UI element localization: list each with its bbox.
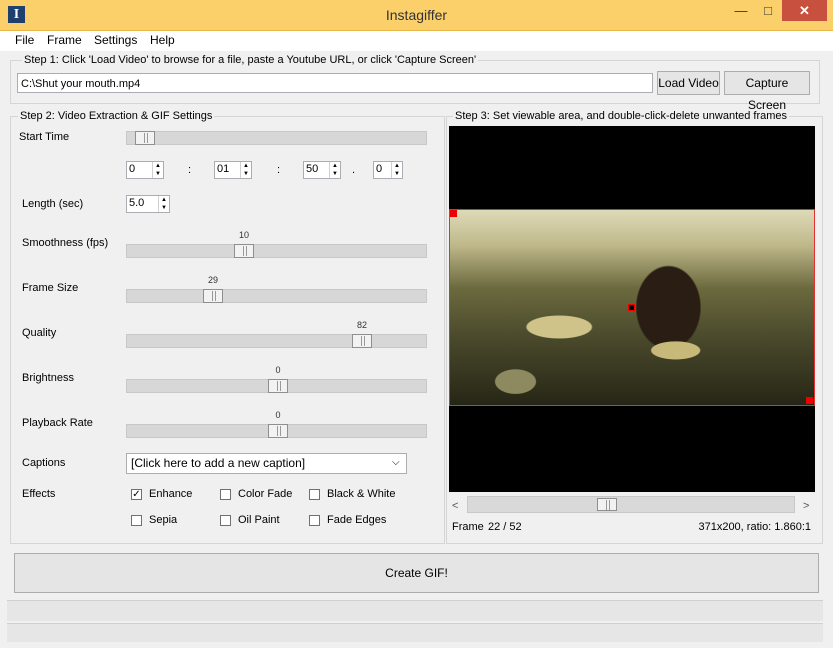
start-time-label: Start Time — [19, 131, 70, 143]
quality-value: 82 — [356, 320, 367, 330]
sepia-label: Sepia — [149, 514, 178, 526]
time-separator: . — [352, 164, 356, 176]
arrow-down-icon[interactable]: ▼ — [153, 170, 163, 178]
frame-size-slider-thumb[interactable] — [203, 289, 223, 303]
minimize-button[interactable]: — — [728, 0, 754, 21]
start-millis-arrows[interactable]: ▲ ▼ — [391, 162, 402, 178]
create-gif-button[interactable]: Create GIF! — [14, 553, 819, 593]
playback-rate-slider[interactable]: 0 — [126, 410, 427, 438]
black-white-label: Black & White — [327, 488, 396, 500]
brightness-slider-thumb[interactable] — [268, 379, 288, 393]
length-spinner[interactable]: 5.0 ▲ ▼ — [126, 195, 170, 213]
scroll-left-icon[interactable]: < — [452, 500, 458, 512]
playback-rate-label: Playback Rate — [22, 417, 93, 429]
file-path-input[interactable]: C:\Shut your mouth.mp4 — [17, 73, 653, 93]
fade-edges-label: Fade Edges — [327, 514, 387, 526]
crop-handle-top-left[interactable] — [450, 210, 457, 217]
start-time-slider-thumb[interactable] — [135, 131, 155, 145]
arrow-up-icon[interactable]: ▲ — [153, 162, 163, 170]
arrow-down-icon[interactable]: ▼ — [330, 170, 340, 178]
arrow-down-icon[interactable]: ▼ — [159, 204, 169, 212]
smoothness-fps-slider-thumb[interactable] — [234, 244, 254, 258]
time-separator: : — [188, 164, 192, 176]
frame-counter: 22 / 52 — [488, 521, 522, 533]
length-arrows[interactable]: ▲ ▼ — [158, 196, 169, 212]
effects-label: Effects — [22, 488, 56, 500]
step2-group — [10, 116, 445, 544]
captions-dropdown[interactable]: [Click here to add a new caption] — [126, 453, 407, 474]
playback-rate-slider-thumb[interactable] — [268, 424, 288, 438]
smoothness-fps-label: Smoothness (fps) — [22, 237, 109, 249]
arrow-down-icon[interactable]: ▼ — [392, 170, 402, 178]
start-minutes-spinner[interactable]: 01 ▲ ▼ — [214, 161, 252, 179]
crop-handle-center[interactable] — [628, 304, 635, 311]
start-seconds-spinner[interactable]: 50 ▲ ▼ — [303, 161, 341, 179]
progress-bar — [7, 600, 823, 621]
quality-slider-thumb[interactable] — [352, 334, 372, 348]
start-minutes-value: 01 — [217, 163, 230, 175]
start-seconds-arrows[interactable]: ▲ ▼ — [329, 162, 340, 178]
oil-paint-label: Oil Paint — [238, 514, 280, 526]
capture-screen-button[interactable]: Capture Screen — [724, 71, 810, 112]
frame-size-slider[interactable]: 29 — [126, 275, 427, 303]
scroll-right-icon[interactable]: > — [803, 500, 809, 512]
crop-handle-bottom-right[interactable] — [806, 397, 813, 404]
smoothness-fps-value: 10 — [238, 230, 249, 240]
frame-scrollbar[interactable] — [467, 496, 795, 513]
start-minutes-arrows[interactable]: ▲ ▼ — [240, 162, 251, 178]
arrow-up-icon[interactable]: ▲ — [330, 162, 340, 170]
arrow-up-icon[interactable]: ▲ — [241, 162, 251, 170]
frame-label: Frame — [452, 521, 484, 533]
step1-label: Step 1: Click 'Load Video' to browse for… — [22, 54, 479, 66]
menu-file[interactable]: File — [15, 33, 34, 47]
brightness-value: 0 — [275, 365, 281, 375]
step3-label: Step 3: Set viewable area, and double-cl… — [453, 110, 790, 122]
frame-size-value: 29 — [207, 275, 218, 285]
color-fade-checkbox[interactable] — [220, 489, 231, 500]
color-fade-label: Color Fade — [238, 488, 293, 500]
window-title: Instagiffer — [385, 7, 448, 23]
menu-help[interactable]: Help — [150, 33, 175, 47]
menu-frame[interactable]: Frame — [47, 33, 82, 47]
arrow-up-icon[interactable]: ▲ — [159, 196, 169, 204]
brightness-slider[interactable]: 0 — [126, 365, 427, 393]
arrow-up-icon[interactable]: ▲ — [392, 162, 402, 170]
start-hours-spinner[interactable]: 0 ▲ ▼ — [126, 161, 164, 179]
fade-edges-checkbox[interactable] — [309, 515, 320, 526]
black-white-checkbox[interactable] — [309, 489, 320, 500]
captions-value: [Click here to add a new caption] — [131, 456, 306, 470]
captions-label: Captions — [22, 457, 66, 469]
arrow-down-icon[interactable]: ▼ — [241, 170, 251, 178]
length-label: Length (sec) — [22, 198, 84, 210]
maximize-button[interactable]: □ — [755, 0, 781, 21]
start-seconds-value: 50 — [306, 163, 319, 175]
close-button[interactable]: ✕ — [782, 0, 827, 21]
start-millis-value: 0 — [376, 163, 383, 175]
start-millis-spinner[interactable]: 0 ▲ ▼ — [373, 161, 403, 179]
chevron-down-icon[interactable]: ⌵ — [392, 457, 400, 468]
enhance-label: Enhance — [149, 488, 193, 500]
playback-rate-value: 0 — [275, 410, 281, 420]
length-value: 5.0 — [129, 197, 145, 209]
start-time-slider[interactable] — [126, 131, 427, 145]
frame-dimensions: 371x200, ratio: 1.860:1 — [698, 521, 811, 533]
quality-slider[interactable]: 82 — [126, 320, 427, 348]
time-separator: : — [277, 164, 281, 176]
oil-paint-checkbox[interactable] — [220, 515, 231, 526]
frame-scrollbar-thumb[interactable] — [597, 498, 617, 511]
quality-label: Quality — [22, 327, 57, 339]
start-hours-arrows[interactable]: ▲ ▼ — [152, 162, 163, 178]
sepia-checkbox[interactable] — [131, 515, 142, 526]
step2-label: Step 2: Video Extraction & GIF Settings — [18, 110, 215, 122]
frame-size-label: Frame Size — [22, 282, 79, 294]
brightness-label: Brightness — [22, 372, 74, 384]
enhance-checkbox[interactable]: ✓ — [131, 489, 142, 500]
start-hours-value: 0 — [129, 163, 136, 175]
menu-settings[interactable]: Settings — [94, 33, 137, 47]
status-bar — [7, 623, 823, 642]
smoothness-fps-slider[interactable]: 10 — [126, 230, 427, 258]
load-video-button[interactable]: Load Video — [657, 71, 720, 95]
